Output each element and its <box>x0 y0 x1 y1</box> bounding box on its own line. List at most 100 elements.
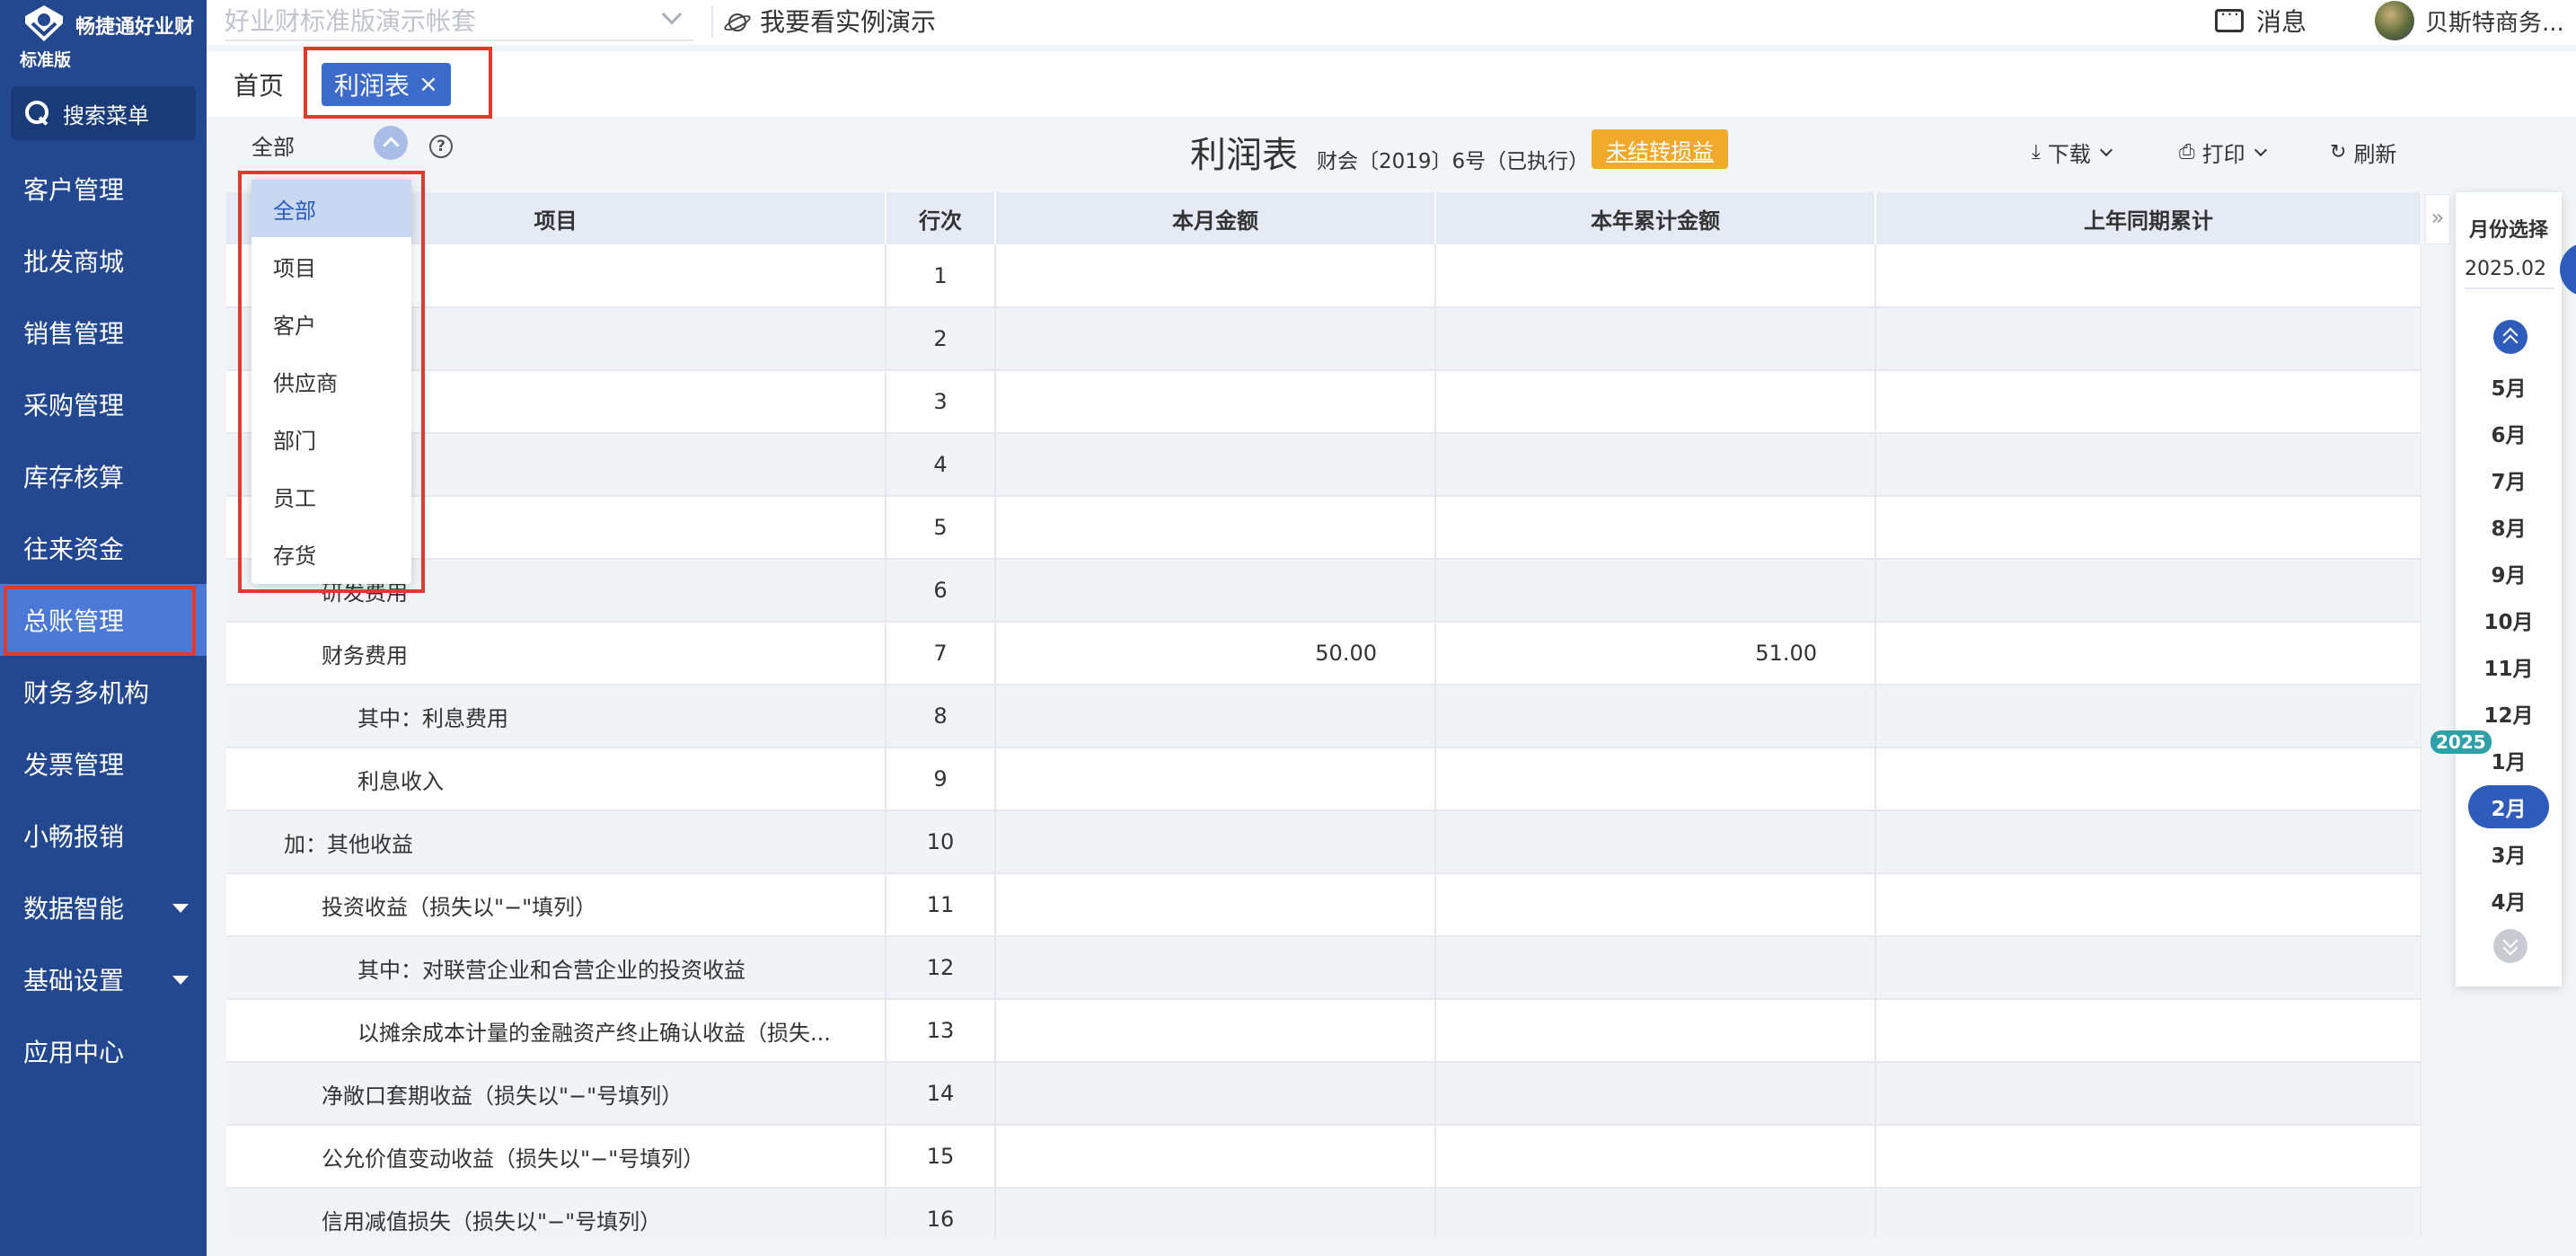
month-option[interactable]: 9月 <box>2456 550 2562 597</box>
month-option[interactable]: 2月 <box>2468 785 2549 828</box>
cell-current-month[interactable] <box>995 559 1436 623</box>
cell-prior-year[interactable] <box>1875 936 2422 1000</box>
month-option[interactable]: 8月 <box>2456 503 2562 550</box>
tabs-bar: 首页 利润表 × <box>207 52 2576 117</box>
user-menu[interactable]: 贝斯特商务... <box>2375 0 2564 41</box>
sidebar-item-expense[interactable]: 小畅报销 <box>0 800 207 871</box>
cell-year-to-date[interactable] <box>1435 496 1876 560</box>
cell-year-to-date[interactable] <box>1435 873 1876 937</box>
cell-prior-year[interactable] <box>1875 999 2422 1063</box>
cell-prior-year[interactable] <box>1875 1188 2422 1238</box>
sidebar-item-app-center[interactable]: 应用中心 <box>0 1015 207 1087</box>
chevron-up-icon[interactable] <box>374 126 408 160</box>
unclosed-profit-loss-badge[interactable]: 未结转损益 <box>1592 129 1728 169</box>
year-tag: 2025 <box>2430 730 2492 754</box>
cell-prior-year[interactable] <box>1875 244 2422 308</box>
sidebar-item-invoice[interactable]: 发票管理 <box>0 728 207 800</box>
cell-prior-year[interactable] <box>1875 873 2422 937</box>
cell-current-month[interactable] <box>995 810 1436 874</box>
sidebar-item-customer[interactable]: 客户管理 <box>0 153 207 225</box>
table-row: 净敞口套期收益（损失以"−"号填列） 14 <box>226 1062 2422 1126</box>
month-option[interactable]: 5月 <box>2456 363 2562 410</box>
cell-current-month[interactable] <box>995 370 1436 434</box>
sidebar-item-purchase[interactable]: 采购管理 <box>0 368 207 440</box>
cell-year-to-date[interactable] <box>1435 559 1876 623</box>
messages-button[interactable]: 消息 <box>2215 0 2307 41</box>
month-option[interactable]: 7月 <box>2456 456 2562 503</box>
cell-prior-year[interactable] <box>1875 685 2422 748</box>
cell-prior-year[interactable] <box>1875 307 2422 371</box>
cell-current-month[interactable] <box>995 999 1436 1063</box>
sidebar-item-label: 往来资金 <box>23 535 125 564</box>
cell-year-to-date[interactable] <box>1435 810 1876 874</box>
cell-year-to-date[interactable] <box>1435 1062 1876 1126</box>
double-chevron-down-icon[interactable] <box>2493 929 2527 963</box>
month-option[interactable]: 3月 <box>2456 830 2562 877</box>
month-option[interactable]: 11月 <box>2456 643 2562 690</box>
sidebar-item-receivables[interactable]: 往来资金 <box>0 512 207 584</box>
dimension-filter-select[interactable]: 全部 <box>251 129 295 161</box>
month-option[interactable]: 10月 <box>2456 597 2562 643</box>
search-menu-button[interactable]: 搜索菜单 <box>11 86 196 140</box>
sidebar-item-wholesale-mall[interactable]: 批发商城 <box>0 225 207 296</box>
print-button[interactable]: ⎙ 打印 <box>2179 137 2267 168</box>
cell-current-month[interactable] <box>995 1125 1436 1189</box>
cell-year-to-date[interactable] <box>1435 244 1876 308</box>
cell-prior-year[interactable] <box>1875 370 2422 434</box>
month-option[interactable]: 4月 <box>2456 877 2562 924</box>
sidebar-item-label: 应用中心 <box>23 1038 125 1067</box>
sidebar-item-sales[interactable]: 销售管理 <box>0 296 207 368</box>
cell-prior-year[interactable] <box>1875 1062 2422 1126</box>
download-icon: ⤓ <box>2032 141 2041 164</box>
cell-year-to-date[interactable] <box>1435 370 1876 434</box>
cell-prior-year[interactable] <box>1875 810 2422 874</box>
cell-row-no: 4 <box>886 433 996 497</box>
cell-prior-year[interactable] <box>1875 747 2422 811</box>
cell-current-month[interactable] <box>995 433 1436 497</box>
sidebar-item-inventory[interactable]: 库存核算 <box>0 440 207 512</box>
help-icon[interactable]: ? <box>429 135 453 158</box>
app-logo[interactable]: 畅捷通好业财 标准版 <box>0 0 207 75</box>
sidebar-item-data-intelligence[interactable]: 数据智能 <box>0 871 207 943</box>
chevron-down-icon <box>661 4 683 25</box>
sidebar-item-basic-settings[interactable]: 基础设置 <box>0 943 207 1015</box>
table-row: 财务费用 7 50.00 51.00 <box>226 622 2422 685</box>
cell-prior-year[interactable] <box>1875 496 2422 560</box>
cell-current-month[interactable] <box>995 685 1436 748</box>
month-option[interactable]: 6月 <box>2456 410 2562 456</box>
cell-year-to-date[interactable] <box>1435 936 1876 1000</box>
floating-assistant-handle[interactable] <box>2560 243 2576 296</box>
cell-current-month[interactable] <box>995 873 1436 937</box>
download-button[interactable]: ⤓ 下载 <box>2032 137 2113 168</box>
cell-year-to-date[interactable] <box>1435 1125 1876 1189</box>
cell-prior-year[interactable] <box>1875 433 2422 497</box>
refresh-button[interactable]: ↻ 刷新 <box>2330 137 2396 168</box>
app-name: 畅捷通好业财 <box>75 16 195 39</box>
cell-current-month[interactable] <box>995 307 1436 371</box>
double-chevron-up-icon[interactable] <box>2493 320 2527 354</box>
expand-icon[interactable]: » <box>2425 194 2450 244</box>
cell-year-to-date[interactable] <box>1435 747 1876 811</box>
cell-current-month[interactable] <box>995 747 1436 811</box>
cell-current-month[interactable] <box>995 1062 1436 1126</box>
cell-prior-year[interactable] <box>1875 1125 2422 1189</box>
cell-year-to-date[interactable]: 51.00 <box>1435 622 1876 685</box>
cell-current-month[interactable] <box>995 1188 1436 1238</box>
demo-link[interactable]: 我要看实例演示 <box>722 0 936 41</box>
cell-year-to-date[interactable] <box>1435 999 1876 1063</box>
tab-home[interactable]: 首页 <box>223 63 295 106</box>
cell-year-to-date[interactable] <box>1435 307 1876 371</box>
sidebar-item-multi-org[interactable]: 财务多机构 <box>0 656 207 728</box>
cell-year-to-date[interactable] <box>1435 433 1876 497</box>
account-set-select[interactable]: 好业财标准版演示帐套 <box>225 0 693 41</box>
table-row: 4 <box>226 433 2422 497</box>
cell-year-to-date[interactable] <box>1435 1188 1876 1238</box>
cell-prior-year[interactable] <box>1875 622 2422 685</box>
cell-current-month[interactable] <box>995 496 1436 560</box>
cell-current-month[interactable] <box>995 936 1436 1000</box>
cell-year-to-date[interactable] <box>1435 685 1876 748</box>
month-picker-value[interactable]: 2025.02 <box>2465 250 2554 289</box>
cell-current-month[interactable] <box>995 244 1436 308</box>
cell-current-month[interactable]: 50.00 <box>995 622 1436 685</box>
cell-prior-year[interactable] <box>1875 559 2422 623</box>
